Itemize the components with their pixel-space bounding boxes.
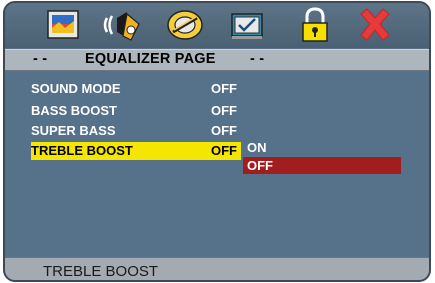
menu-item-label: SOUND MODE: [31, 81, 121, 96]
menu-item-label: TREBLE BOOST: [31, 143, 133, 158]
menu-toolbar: [5, 3, 429, 48]
status-hint: TREBLE BOOST: [43, 263, 159, 280]
menu-item-value: OFF: [211, 81, 237, 96]
film-icon[interactable]: [165, 6, 205, 44]
menu-item-super-bass[interactable]: SUPER BASS OFF: [31, 122, 241, 140]
menu-item-label: SUPER BASS: [31, 123, 116, 138]
status-bar: TREBLE BOOST: [5, 257, 429, 280]
exit-icon[interactable]: [355, 6, 395, 44]
page-title-bar: - - EQUALIZER PAGE - -: [5, 49, 429, 71]
menu-item-treble-boost[interactable]: TREBLE BOOST OFF: [31, 142, 241, 160]
osd-window: - - EQUALIZER PAGE - - SOUND MODE OFF BA…: [3, 1, 431, 282]
menu-item-sound-mode[interactable]: SOUND MODE OFF: [31, 80, 241, 98]
page-title: EQUALIZER PAGE: [85, 51, 216, 67]
title-dashes-right: - -: [250, 51, 265, 67]
menu-item-value: OFF: [211, 143, 237, 158]
settings-panel: SOUND MODE OFF BASS BOOST OFF SUPER BASS…: [5, 71, 429, 257]
audio-icon[interactable]: [103, 6, 143, 44]
preference-icon[interactable]: [227, 6, 267, 44]
menu-item-label: BASS BOOST: [31, 103, 117, 118]
option-label: OFF: [247, 158, 273, 173]
title-dashes-left: - -: [33, 51, 48, 67]
menu-item-bass-boost[interactable]: BASS BOOST OFF: [31, 102, 241, 120]
option-label: ON: [247, 140, 267, 155]
picture-icon[interactable]: [43, 6, 83, 44]
option-off[interactable]: OFF: [243, 157, 401, 174]
option-on[interactable]: ON: [243, 139, 401, 156]
menu-item-value: OFF: [211, 103, 237, 118]
lock-icon[interactable]: [295, 6, 335, 44]
menu-item-value: OFF: [211, 123, 237, 138]
